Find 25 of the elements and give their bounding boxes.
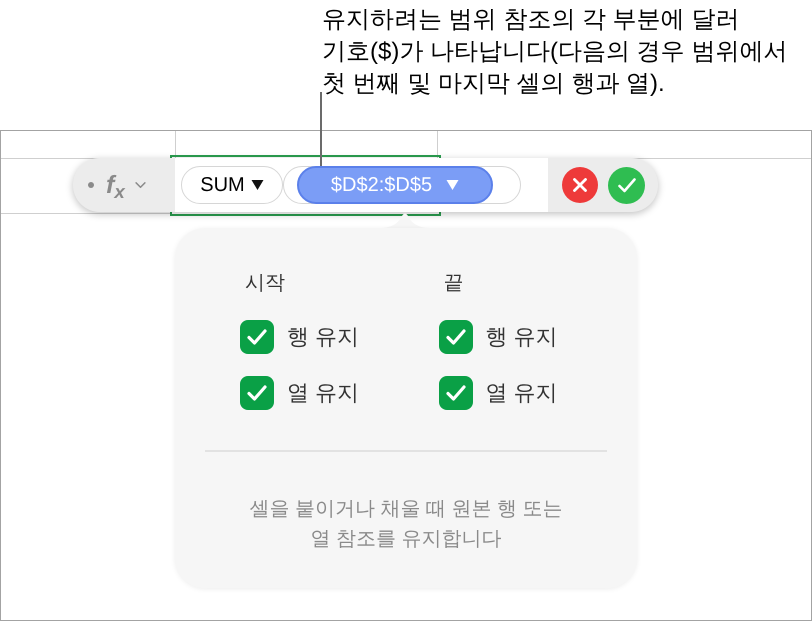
callout-text: 유지하려는 범위 참조의 각 부분에 달러 기호($)가 나타납니다(다음의 경우 범위에서 첫 번째 및 마지막 셀의 행과 열).	[322, 5, 788, 99]
checkmark-icon	[446, 329, 466, 345]
checkmark-icon	[247, 385, 267, 401]
note-text: 셀을 붙이거나 채울 때 원본 행 또는 열 참조를 유지합니다	[248, 497, 564, 552]
group-heading: 시작	[245, 271, 286, 296]
checkbox[interactable]	[240, 376, 274, 410]
caret-icon	[446, 180, 460, 190]
checkbox-label: 행 유지	[486, 323, 558, 351]
checkbox-label: 열 유지	[486, 379, 558, 407]
checkmark-icon	[618, 178, 636, 192]
close-icon	[573, 178, 587, 192]
checkbox-label: 행 유지	[287, 323, 360, 351]
formula-field[interactable]: SUM $D$2:$D$5	[175, 158, 548, 212]
checkmark-icon	[446, 385, 466, 401]
checkmark-icon	[247, 329, 267, 345]
group-heading: 끝	[444, 271, 464, 296]
checkbox[interactable]	[438, 320, 472, 354]
checkbox-label: 열 유지	[287, 379, 360, 407]
chevron-down-icon[interactable]	[134, 182, 146, 188]
cancel-button[interactable]	[562, 167, 598, 203]
confirm-button[interactable]	[608, 166, 645, 204]
function-token[interactable]: SUM	[181, 166, 283, 204]
checkbox[interactable]	[240, 320, 274, 354]
caret-icon	[250, 180, 264, 190]
checkbox[interactable]	[438, 376, 472, 410]
